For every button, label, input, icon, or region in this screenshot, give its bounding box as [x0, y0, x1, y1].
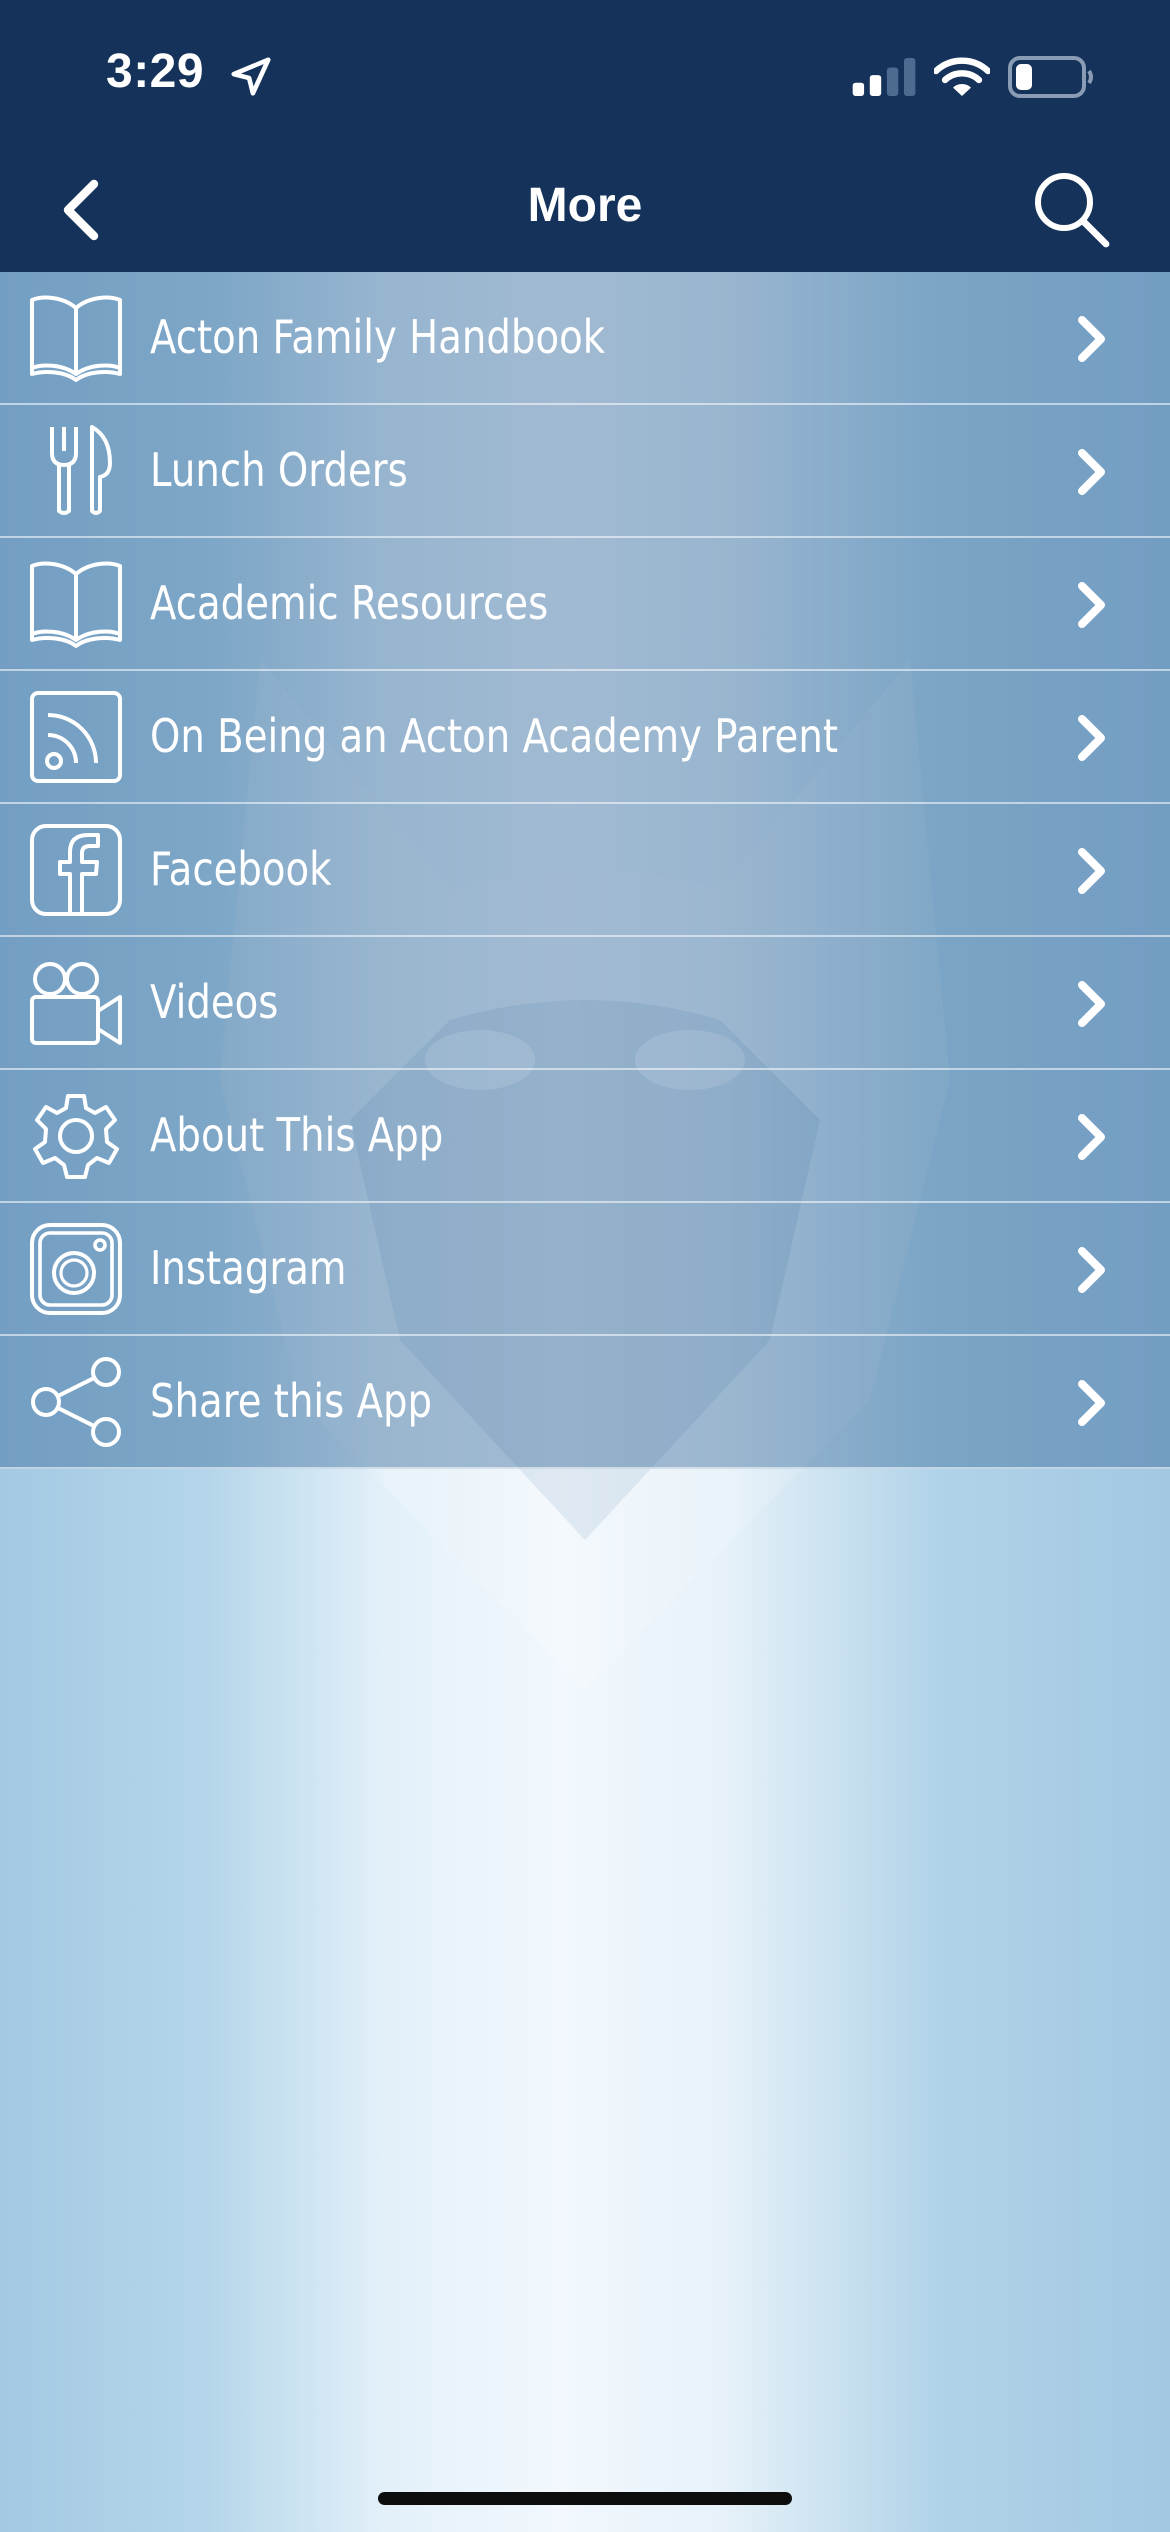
menu-item-instagram[interactable]: Instagram — [0, 1203, 1170, 1336]
menu-item-label: On Being an Acton Academy Parent — [150, 709, 838, 763]
menu-item-share-this-app[interactable]: Share this App — [0, 1336, 1170, 1469]
rss-feed-icon — [30, 691, 122, 783]
menu-item-label: Acton Family Handbook — [150, 310, 606, 364]
instagram-icon — [30, 1223, 122, 1315]
menu-item-about-this-app[interactable]: About This App — [0, 1070, 1170, 1203]
menu-item-facebook[interactable]: Facebook — [0, 804, 1170, 937]
gear-icon — [33, 1094, 119, 1179]
menu-item-on-being-an-acton-academy-parent[interactable]: On Being an Acton Academy Parent — [0, 671, 1170, 804]
share-icon — [31, 1357, 121, 1447]
chevron-right-icon — [1078, 316, 1105, 362]
menu-item-acton-family-handbook[interactable]: Acton Family Handbook — [0, 272, 1170, 405]
open-book-icon — [30, 561, 122, 648]
menu-item-label: Lunch Orders — [150, 443, 408, 497]
chevron-right-icon — [1078, 1114, 1105, 1160]
video-camera-icon — [30, 962, 122, 1045]
menu-item-label: Facebook — [150, 842, 332, 896]
status-time: 3:29 — [106, 45, 205, 98]
chevron-right-icon — [1078, 1247, 1105, 1293]
page-title: More — [527, 179, 643, 232]
location-arrow-icon — [231, 57, 271, 96]
menu-item-label: About This App — [150, 1108, 444, 1162]
chevron-right-icon — [1078, 715, 1105, 761]
menu-item-label: Instagram — [150, 1241, 347, 1295]
home-indicator[interactable] — [378, 2492, 792, 2505]
menu-item-label: Academic Resources — [150, 576, 549, 630]
menu-item-videos[interactable]: Videos — [0, 937, 1170, 1070]
wifi-icon — [934, 57, 990, 96]
menu-list: Acton Family Handbook Lunch Orders Acade… — [0, 272, 1170, 1469]
open-book-icon — [30, 295, 122, 382]
menu-item-label: Videos — [150, 975, 279, 1029]
menu-item-academic-resources[interactable]: Academic Resources — [0, 538, 1170, 671]
search-icon[interactable] — [1030, 168, 1114, 252]
chevron-right-icon — [1078, 1380, 1105, 1426]
cellular-signal-icon — [852, 58, 916, 96]
status-bar: 3:29 — [0, 0, 1170, 150]
menu-item-label: Share this App — [150, 1374, 433, 1428]
navigation-bar: More — [0, 150, 1170, 272]
chevron-right-icon — [1078, 449, 1105, 495]
battery-icon — [1008, 56, 1093, 98]
chevron-right-icon — [1078, 848, 1105, 894]
chevron-right-icon — [1078, 981, 1105, 1027]
menu-item-lunch-orders[interactable]: Lunch Orders — [0, 405, 1170, 538]
chevron-right-icon — [1078, 582, 1105, 628]
facebook-icon — [30, 824, 122, 916]
fork-knife-icon — [50, 425, 112, 515]
